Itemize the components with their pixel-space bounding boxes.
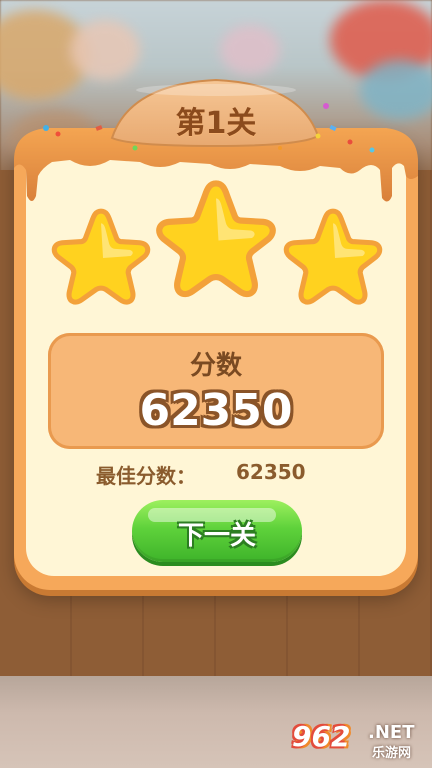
best-score-label: 最佳分数：	[96, 464, 196, 488]
star-middle	[154, 176, 278, 300]
star-filled-icon	[156, 180, 276, 298]
star-filled-icon	[51, 208, 151, 305]
next-level-label: 下一关	[177, 521, 256, 551]
star-filled-icon	[283, 208, 383, 305]
best-score-value: 62350	[236, 460, 306, 484]
score-label: 分数	[189, 351, 242, 381]
watermark-suffix: .NET	[368, 722, 415, 743]
level-title: 第1关	[175, 106, 257, 141]
star-right	[282, 205, 384, 307]
score-box: 分数 62350	[48, 333, 384, 449]
watermark-sub: 乐游网	[372, 746, 412, 761]
watermark-number: 962	[292, 720, 351, 753]
watermark-logo: 962 .NET 乐游网	[292, 720, 424, 761]
score-value: 62350	[139, 385, 293, 436]
next-level-button[interactable]: 下一关	[132, 500, 302, 562]
star-left	[50, 205, 152, 307]
best-score-row: 最佳分数： 62350	[96, 460, 356, 488]
